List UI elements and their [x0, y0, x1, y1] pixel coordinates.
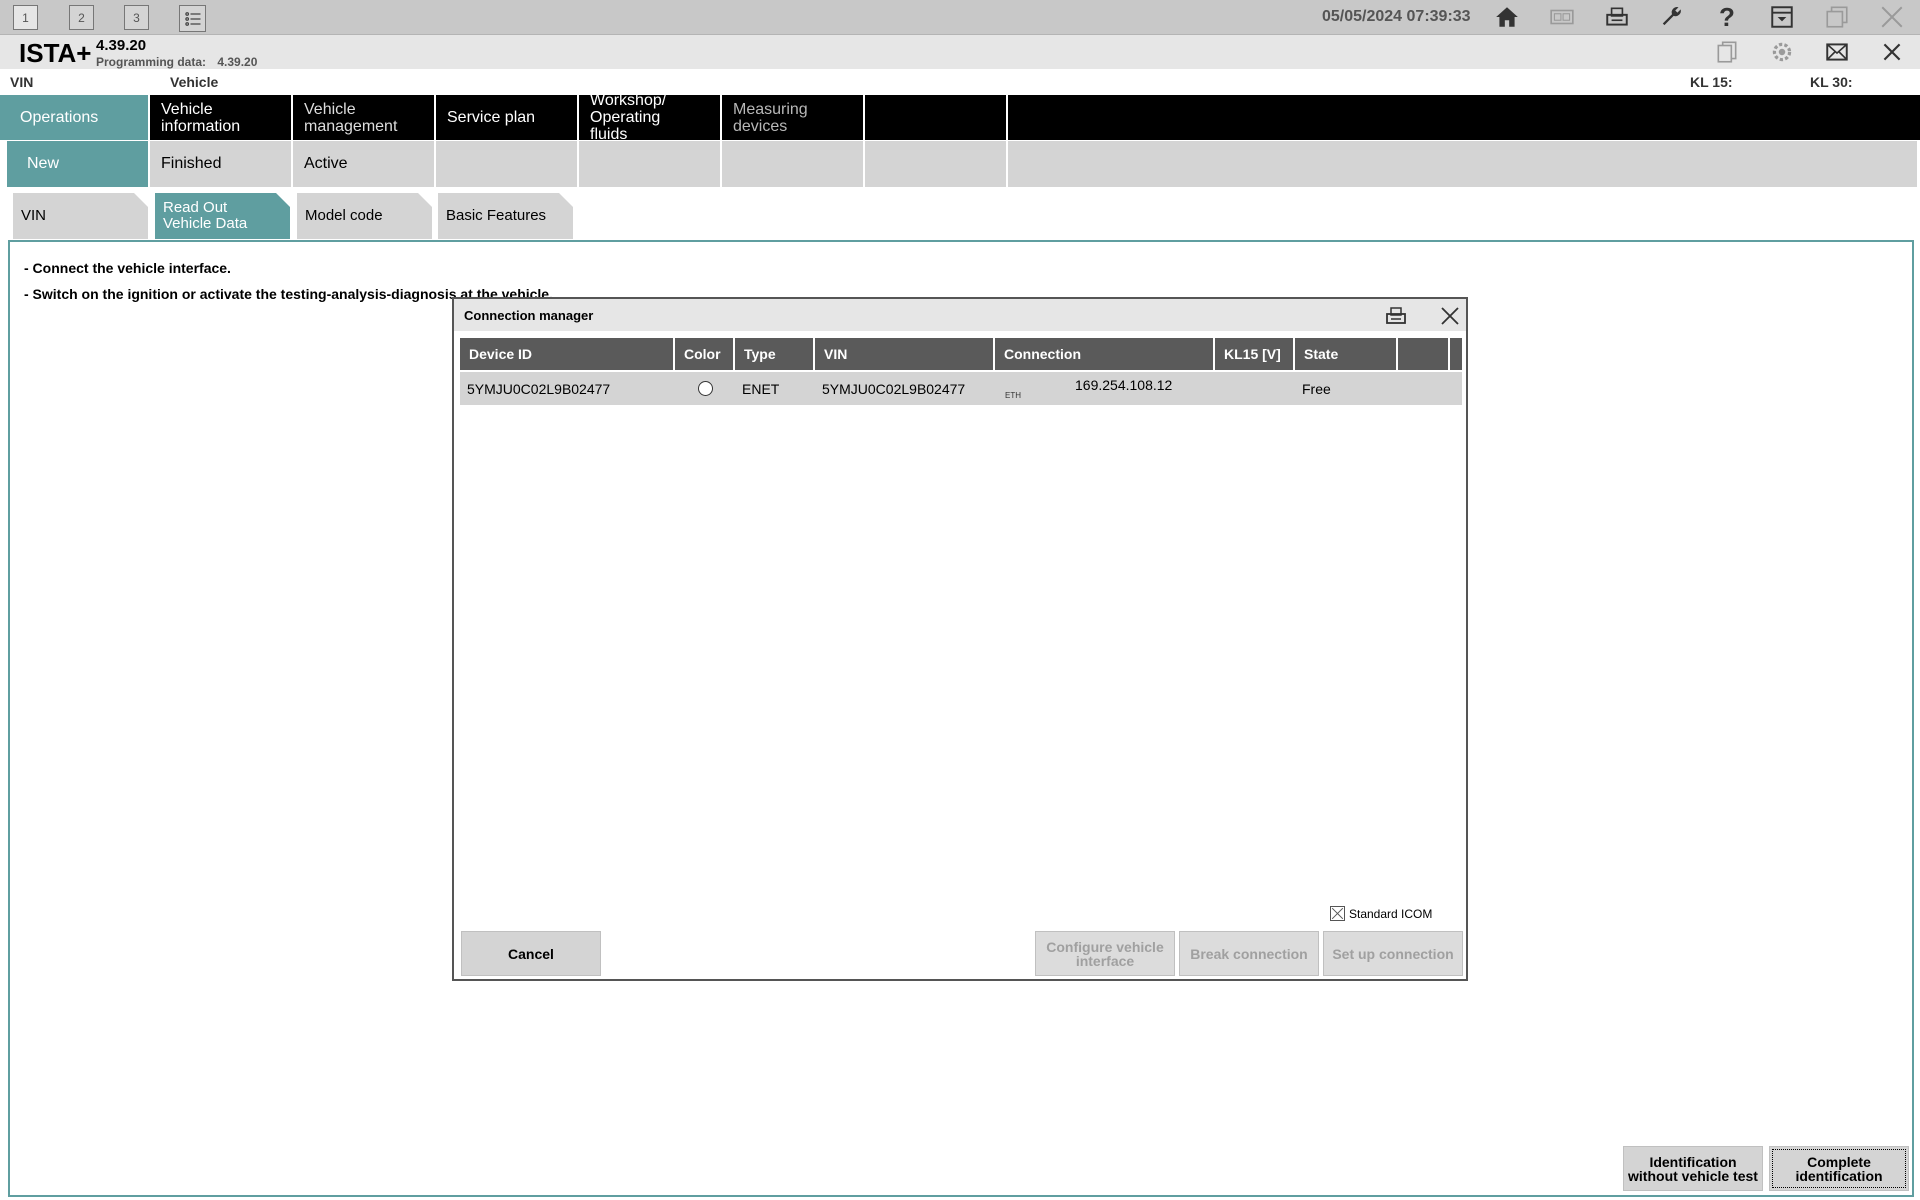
tab-read-out-label: Read Out Vehicle Data	[163, 199, 248, 232]
restore-window-icon[interactable]	[1823, 3, 1851, 31]
cancel-button[interactable]: Cancel	[461, 931, 601, 976]
document-icon[interactable]	[1712, 37, 1742, 67]
col-device-id[interactable]: Device ID	[460, 338, 675, 370]
identification-without-test-button[interactable]: Identification without vehicle test	[1623, 1146, 1763, 1191]
row-type: ENET	[742, 380, 780, 397]
nav-vehicle-management[interactable]: Vehicle management	[293, 95, 436, 140]
configure-vehicle-interface-button[interactable]: Configure vehicle interface	[1035, 931, 1175, 976]
dialog-title: Connection manager	[454, 299, 1466, 331]
connection-status-icon[interactable]	[1548, 3, 1576, 31]
dialog-print-icon[interactable]	[1382, 302, 1410, 330]
col-connection[interactable]: Connection	[995, 338, 1215, 370]
col-type[interactable]: Type	[735, 338, 815, 370]
row-device-id: 5YMJU0C02L9B02477	[467, 380, 611, 397]
row-connection: ETH 169.254.108.12	[995, 372, 1215, 405]
standard-icom-checkbox-box[interactable]	[1330, 906, 1345, 921]
subnav-filler	[1008, 141, 1917, 187]
standard-icom-label: Standard ICOM	[1349, 906, 1433, 921]
vehicle-info-line: VIN Vehicle KL 15: KL 30:	[0, 70, 1920, 94]
subnav-new[interactable]: New	[7, 141, 148, 187]
dialog-close-icon[interactable]	[1436, 302, 1464, 330]
tab-model-code[interactable]: Model code	[297, 193, 432, 239]
vin-label: VIN	[10, 74, 34, 90]
app-header: ISTA+ 4.39.20 Programming data: 4.39.20	[0, 35, 1920, 69]
standard-icom-checkbox[interactable]: Standard ICOM	[1330, 906, 1432, 921]
kl30-label: KL 30:	[1810, 74, 1853, 90]
row-color[interactable]	[675, 372, 735, 405]
home-icon[interactable]	[1493, 3, 1521, 31]
row-state: Free	[1302, 380, 1331, 397]
row-kl15	[1215, 372, 1295, 405]
help-icon[interactable]: ?	[1713, 2, 1741, 32]
window-menu-icon[interactable]	[1768, 3, 1796, 31]
mail-icon[interactable]	[1822, 37, 1852, 67]
complete-identification-button[interactable]: Complete identification	[1769, 1146, 1909, 1191]
instruction-connect: - Connect the vehicle interface.	[24, 260, 231, 276]
row-vin: 5YMJU0C02L9B02477	[822, 380, 966, 397]
devices-table-header: Device ID Color Type VIN Connection KL15…	[460, 338, 1462, 370]
session-3-button[interactable]: 3	[124, 5, 149, 30]
kl15-label: KL 15:	[1690, 74, 1733, 90]
wrench-icon[interactable]	[1658, 3, 1686, 31]
list-icon[interactable]	[179, 5, 206, 32]
programming-data: Programming data: 4.39.20	[96, 55, 257, 69]
nav-operations[interactable]: Operations	[0, 95, 150, 140]
col-kl15[interactable]: KL15 [V]	[1215, 338, 1295, 370]
session-2-button[interactable]: 2	[69, 5, 94, 30]
nav-vehicle-management-label: Vehicle management	[304, 100, 398, 135]
app-version: 4.39.20	[96, 37, 147, 54]
nav-workshop-operating-fluids[interactable]: Workshop/ Operating fluids	[579, 92, 722, 143]
row-connection-type: ETH	[1005, 391, 1021, 400]
subnav-empty-1	[436, 141, 577, 187]
row-ip-address: 169.254.108.12	[1075, 377, 1173, 393]
subnav-active[interactable]: Active	[293, 141, 434, 187]
close-session-icon[interactable]	[1877, 37, 1907, 67]
print-icon[interactable]	[1603, 3, 1631, 31]
col-color[interactable]: Color	[675, 338, 735, 370]
sub-navigation: New Finished Active	[0, 141, 1920, 187]
datetime-display: 05/05/2024 07:39:33	[1322, 8, 1471, 25]
color-radio[interactable]	[697, 381, 713, 396]
close-app-icon[interactable]	[1878, 3, 1906, 31]
settings-gear-icon[interactable]	[1767, 37, 1797, 67]
nav-empty-slot	[865, 95, 1008, 140]
tab-basic-features[interactable]: Basic Features	[438, 193, 573, 239]
set-up-connection-button[interactable]: Set up connection	[1323, 931, 1463, 976]
table-row[interactable]: 5YMJU0C02L9B02477 ENET 5YMJU0C02L9B02477…	[460, 372, 1462, 405]
nav-vehicle-information[interactable]: Vehicle information	[150, 95, 293, 140]
subnav-empty-2	[579, 141, 720, 187]
top-toolbar: 1 2 3 05/05/2024 07:39:33 ?	[0, 0, 1920, 35]
col-vin[interactable]: VIN	[815, 338, 995, 370]
programming-data-version: 4.39.20	[217, 55, 258, 69]
main-navigation: Operations Vehicle information Vehicle m…	[0, 92, 1920, 143]
col-extra	[1398, 338, 1450, 370]
session-1-button[interactable]: 1	[13, 5, 38, 30]
nav-measuring-devices[interactable]: Measuring devices	[722, 95, 865, 140]
tab-vin[interactable]: VIN	[13, 193, 148, 239]
break-connection-button[interactable]: Break connection	[1179, 931, 1319, 976]
connection-manager-dialog: Connection manager Device ID Color Type …	[452, 297, 1468, 981]
app-brand: ISTA+	[19, 38, 92, 68]
vehicle-label: Vehicle	[170, 74, 219, 90]
subnav-finished[interactable]: Finished	[150, 141, 291, 187]
tab-read-out-vehicle-data[interactable]: Read Out Vehicle Data	[155, 193, 290, 239]
subnav-empty-4	[865, 141, 1006, 187]
programming-data-label: Programming data:	[96, 55, 207, 69]
nav-workshop-label: Workshop/ Operating fluids	[590, 92, 667, 143]
subnav-empty-3	[722, 141, 863, 187]
col-state[interactable]: State	[1295, 338, 1398, 370]
nav-service-plan[interactable]: Service plan	[436, 95, 579, 140]
